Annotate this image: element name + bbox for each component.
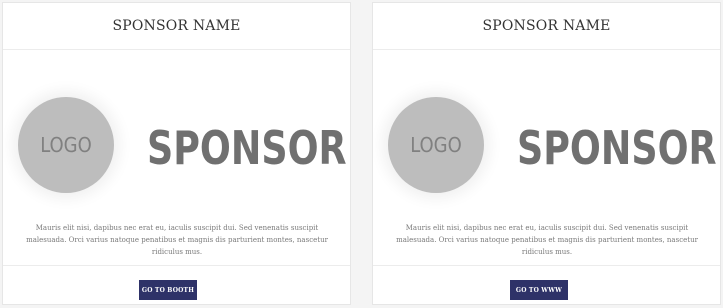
sponsor-name-heading: SPONSOR NAME [373, 3, 720, 50]
sponsor-description: Mauris elit nisi, dapibus nec erat eu, i… [26, 224, 328, 256]
go-to-www-button[interactable]: GO TO WWW [510, 280, 568, 300]
card-footer: GO TO BOOTH [3, 265, 350, 304]
go-to-booth-button[interactable]: GO TO BOOTH [139, 280, 197, 300]
logo-placeholder: LOGO [388, 97, 484, 193]
sponsor-name-heading: SPONSOR NAME [3, 3, 350, 50]
sponsor-wordmark: SPONSOR [147, 121, 347, 175]
sponsor-card: SPONSOR NAME LOGO SPONSOR Mauris elit ni… [2, 2, 351, 305]
sponsor-card: SPONSOR NAME LOGO SPONSOR Mauris elit ni… [372, 2, 721, 305]
sponsor-wordmark: SPONSOR [517, 121, 717, 175]
sponsor-description: Mauris elit nisi, dapibus nec erat eu, i… [396, 224, 698, 256]
logo-label: LOGO [410, 133, 462, 157]
card-footer: GO TO WWW [373, 265, 720, 304]
logo-label: LOGO [40, 133, 92, 157]
logo-placeholder: LOGO [18, 97, 114, 193]
